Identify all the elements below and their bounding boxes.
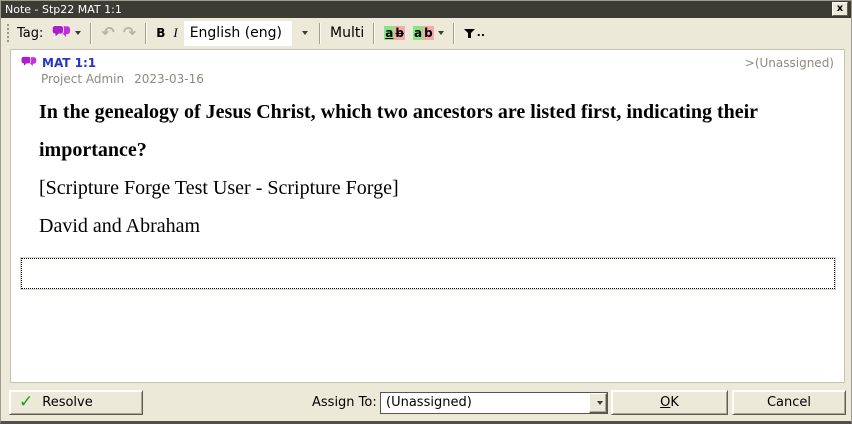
scripture-reference[interactable]: MAT 1:1: [42, 56, 96, 70]
note-window: Note - Stp22 MAT 1:1 x Tag: ↶ ↷ B I Engl…: [0, 0, 852, 424]
chevron-down-icon: [597, 401, 603, 405]
note-answer: David and Abraham: [39, 207, 833, 245]
note-author: Project Admin: [41, 72, 124, 86]
resolve-button[interactable]: ✓ Resolve: [9, 390, 143, 415]
toolbar-separator: [319, 23, 321, 44]
redo-button[interactable]: ↷: [119, 21, 140, 45]
toolbar-separator: [145, 23, 147, 44]
note-question: In the genealogy of Jesus Christ, which …: [39, 93, 833, 169]
highlight-a: a: [384, 26, 394, 40]
ok-label-rest: K: [670, 395, 679, 410]
bold-button[interactable]: B: [152, 21, 169, 45]
undo-icon: ↶: [101, 25, 114, 41]
tag-balloon-icon: [52, 24, 71, 43]
undo-button[interactable]: ↶: [97, 21, 118, 45]
resolve-label: Resolve: [42, 395, 92, 410]
highlight-b: b: [423, 26, 434, 40]
italic-button[interactable]: I: [169, 21, 181, 45]
assigned-status: >(Unassigned): [745, 56, 834, 70]
highlight-strike-button[interactable]: ab: [380, 21, 409, 45]
note-header: MAT 1:1 >(Unassigned): [19, 55, 836, 70]
toolbar-grip[interactable]: [7, 24, 10, 42]
toolbar-separator: [453, 23, 455, 44]
check-icon: ✓: [19, 394, 33, 411]
ok-button[interactable]: OK: [611, 390, 728, 415]
filter-button[interactable]: ..: [460, 21, 489, 45]
language-combobox[interactable]: English (eng): [184, 21, 312, 46]
filter-funnel-icon: [464, 24, 476, 43]
assign-dropdown-button[interactable]: [589, 393, 607, 413]
cancel-button[interactable]: Cancel: [732, 390, 846, 415]
tag-label: Tag:: [17, 26, 43, 41]
ok-label: O: [660, 395, 670, 410]
highlight-b: b: [394, 26, 405, 40]
language-value: English (eng): [184, 21, 292, 46]
window-title: Note - Stp22 MAT 1:1: [5, 3, 832, 16]
language-dropdown-button[interactable]: [294, 21, 312, 46]
reply-input[interactable]: [22, 259, 834, 288]
toolbar-separator: [373, 23, 375, 44]
note-date: 2023-03-16: [134, 72, 204, 86]
note-attribution: [Scripture Forge Test User - Scripture F…: [39, 169, 833, 207]
note-meta: Project Admin 2023-03-16: [41, 72, 836, 86]
chevron-down-icon: [302, 31, 308, 35]
chevron-down-icon: [75, 31, 81, 35]
title-bar: Note - Stp22 MAT 1:1 x: [1, 1, 851, 18]
redo-icon: ↷: [123, 25, 136, 41]
highlight-dropdown-button[interactable]: ab: [409, 21, 448, 45]
reply-field-frame: [21, 258, 835, 289]
filter-dots: ..: [477, 29, 485, 37]
footer-bar: ✓ Resolve Assign To: (Unassigned) OK Can…: [1, 385, 851, 421]
assign-to-value: (Unassigned): [381, 393, 589, 413]
assign-to-combobox[interactable]: (Unassigned): [380, 392, 608, 414]
assign-to-label: Assign To:: [312, 395, 377, 410]
toolbar-separator: [90, 23, 92, 44]
toolbar: Tag: ↶ ↷ B I English (eng) Multi ab ab: [1, 18, 851, 48]
note-content: MAT 1:1 >(Unassigned) Project Admin 2023-…: [10, 49, 845, 383]
highlight-a: a: [413, 26, 423, 40]
close-button[interactable]: x: [832, 2, 848, 16]
tag-dropdown-button[interactable]: [48, 21, 85, 45]
note-balloon-icon: [21, 53, 37, 72]
multi-button[interactable]: Multi: [326, 21, 368, 45]
chevron-down-icon: [438, 31, 444, 35]
